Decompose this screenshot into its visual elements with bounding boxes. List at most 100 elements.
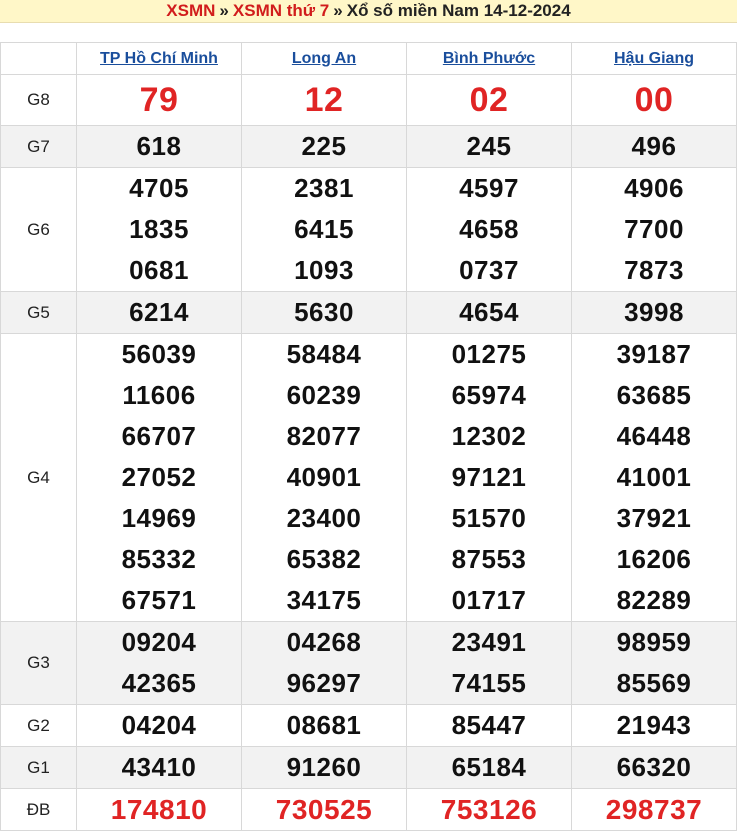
result-number: 730525 (275, 794, 373, 825)
prize-row: ĐB 174810 730525 753126 298737 (0, 788, 737, 831)
result-number: 91260 (286, 752, 362, 782)
result-cell: 4654 (406, 291, 572, 334)
prize-row: G3 09204 42365 04268 96297 23491 74155 98959 855… (0, 621, 737, 705)
prize-row: G1 43410 91260 65184 66320 (0, 746, 737, 789)
result-number: 85447 (451, 710, 527, 740)
result-cell: 496 (571, 125, 737, 168)
result-number: 753126 (440, 794, 538, 825)
prize-label: G4 (0, 333, 77, 622)
result-cell: 91260 (241, 746, 407, 789)
result-number: 63685 (616, 380, 692, 410)
result-cell: 66320 (571, 746, 737, 789)
result-number: 298737 (605, 794, 703, 825)
result-number: 37921 (616, 503, 692, 533)
result-number: 65184 (451, 752, 527, 782)
result-number: 04204 (121, 710, 197, 740)
breadcrumb-separator: » (333, 1, 343, 20)
result-number: 12302 (451, 421, 527, 451)
result-number: 01717 (451, 585, 527, 615)
prize-row: G4 56039 11606 66707 27052 14969 85332 67571 584… (0, 333, 737, 622)
prize-label: G1 (0, 746, 77, 789)
province-link-hau-giang[interactable]: Hậu Giang (614, 50, 694, 67)
result-cell: 4906 7700 7873 (571, 167, 737, 292)
result-cell: 298737 (571, 788, 737, 831)
province-header: Hậu Giang (571, 42, 737, 75)
result-cell: 09204 42365 (76, 621, 242, 705)
result-number: 42365 (121, 668, 197, 698)
prize-row: G7 618 225 245 496 (0, 125, 737, 168)
result-number: 65382 (286, 544, 362, 574)
result-number: 14969 (121, 503, 197, 533)
result-cell: 56039 11606 66707 27052 14969 85332 67571 (76, 333, 242, 622)
result-number: 46448 (616, 421, 692, 451)
result-cell: 12 (241, 74, 407, 126)
result-cell: 65184 (406, 746, 572, 789)
result-cell: 4705 1835 0681 (76, 167, 242, 292)
prize-row: G2 04204 08681 85447 21943 (0, 704, 737, 747)
result-number: 4906 (624, 173, 684, 203)
result-cell: 2381 6415 1093 (241, 167, 407, 292)
result-number: 4654 (459, 297, 519, 327)
result-number: 04268 (286, 627, 362, 657)
result-number: 11606 (122, 380, 196, 410)
xsmn-thu7-link[interactable]: XSMN thứ 7 (233, 1, 329, 20)
result-cell: 753126 (406, 788, 572, 831)
result-cell: 98959 85569 (571, 621, 737, 705)
result-number: 245 (466, 131, 512, 161)
result-number: 96297 (286, 668, 362, 698)
result-cell: 6214 (76, 291, 242, 334)
prize-label: ĐB (0, 788, 77, 831)
prize-row: G6 4705 1835 0681 2381 6415 1093 4597 4658 0737 49… (0, 167, 737, 292)
result-cell: 21943 (571, 704, 737, 747)
prize-label: G3 (0, 621, 77, 705)
result-cell: 23491 74155 (406, 621, 572, 705)
result-number: 82077 (286, 421, 362, 451)
result-number: 65974 (451, 380, 527, 410)
result-number: 4658 (459, 214, 519, 244)
result-number: 60239 (286, 380, 362, 410)
result-number: 02 (469, 81, 509, 119)
result-number: 6415 (294, 214, 354, 244)
result-cell: 43410 (76, 746, 242, 789)
result-number: 7873 (624, 255, 684, 285)
page-title: Xổ số miền Nam 14-12-2024 (346, 1, 571, 20)
result-number: 97121 (451, 462, 527, 492)
xsmn-link[interactable]: XSMN (166, 1, 215, 20)
province-header: Bình Phước (406, 42, 572, 75)
result-cell: 245 (406, 125, 572, 168)
result-number: 174810 (110, 794, 208, 825)
result-number: 1093 (294, 255, 354, 285)
result-number: 58484 (286, 339, 362, 369)
breadcrumb-separator: » (219, 1, 229, 20)
prize-row: G5 6214 5630 4654 3998 (0, 291, 737, 334)
result-number: 7700 (624, 214, 684, 244)
result-cell: 730525 (241, 788, 407, 831)
result-number: 6214 (129, 297, 189, 327)
result-number: 74155 (451, 668, 527, 698)
result-number: 23491 (451, 627, 527, 657)
result-cell: 85447 (406, 704, 572, 747)
prize-label: G2 (0, 704, 77, 747)
result-cell: 04268 96297 (241, 621, 407, 705)
result-number: 41001 (616, 462, 692, 492)
province-link-binh-phuoc[interactable]: Bình Phước (443, 50, 535, 67)
result-number: 3998 (624, 297, 684, 327)
result-number: 40901 (286, 462, 362, 492)
result-number: 34175 (286, 585, 362, 615)
result-number: 4597 (459, 173, 519, 203)
prize-label: G5 (0, 291, 77, 334)
result-number: 79 (139, 81, 179, 119)
province-header-row: TP Hồ Chí Minh Long An Bình Phước Hậu Gi… (0, 42, 737, 75)
result-number: 66320 (616, 752, 692, 782)
result-cell: 79 (76, 74, 242, 126)
result-number: 87553 (451, 544, 527, 574)
province-link-hcm[interactable]: TP Hồ Chí Minh (100, 50, 218, 67)
province-header: Long An (241, 42, 407, 75)
result-number: 12 (304, 81, 344, 119)
result-cell: 174810 (76, 788, 242, 831)
province-link-long-an[interactable]: Long An (292, 50, 356, 67)
prize-label: G6 (0, 167, 77, 292)
result-number: 00 (634, 81, 674, 119)
result-cell: 00 (571, 74, 737, 126)
